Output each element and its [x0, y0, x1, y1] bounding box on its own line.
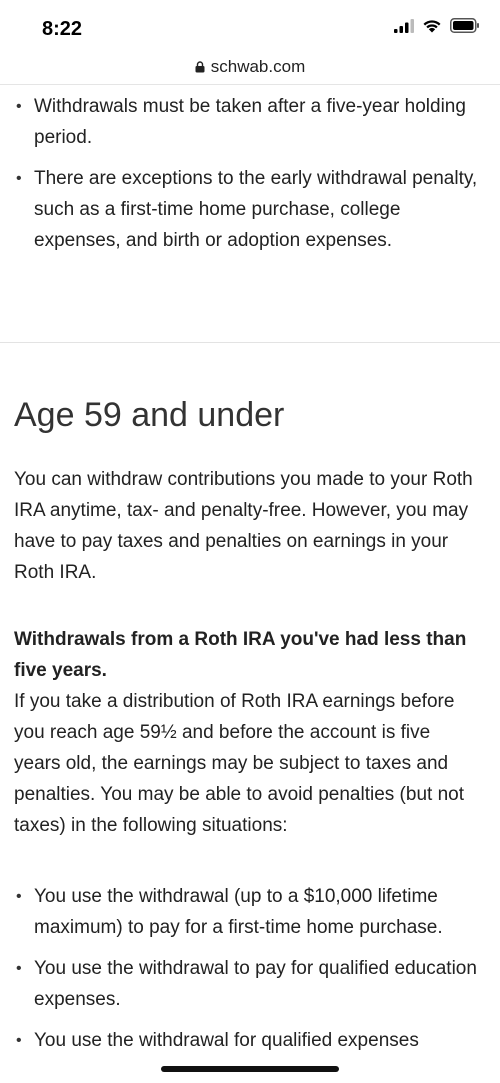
- list-item: You use the withdrawal for qualified exp…: [14, 1025, 480, 1056]
- wifi-icon: [422, 18, 442, 38]
- article-content: Withdrawals must be taken after a five-y…: [0, 85, 500, 1066]
- battery-icon: [450, 18, 480, 38]
- list-item: You use the withdrawal to pay for qualif…: [14, 953, 480, 1015]
- cellular-signal-icon: [394, 18, 414, 38]
- url-text: schwab.com: [210, 57, 306, 76]
- status-bar: 8:22: [0, 0, 500, 50]
- exceptions-bullet-list: You use the withdrawal (up to a $10,000 …: [0, 881, 500, 1056]
- status-icons: [394, 18, 480, 38]
- subheading: Withdrawals from a Roth IRA you've had l…: [14, 629, 467, 681]
- status-time: 8:22: [42, 18, 83, 40]
- list-item: You use the withdrawal (up to a $10,000 …: [14, 881, 480, 943]
- top-bullet-list: Withdrawals must be taken after a five-y…: [0, 91, 500, 256]
- lock-icon: [195, 61, 205, 73]
- section-heading: Age 59 and under: [14, 396, 285, 434]
- intro-paragraph: You can withdraw contributions you made …: [14, 469, 473, 583]
- subheading-paragraph: If you take a distribution of Roth IRA e…: [14, 691, 464, 836]
- address-bar[interactable]: schwab.com: [0, 50, 500, 85]
- home-indicator: [161, 1066, 339, 1072]
- list-item: Withdrawals must be taken after a five-y…: [14, 91, 480, 153]
- list-item: There are exceptions to the early withdr…: [14, 163, 480, 256]
